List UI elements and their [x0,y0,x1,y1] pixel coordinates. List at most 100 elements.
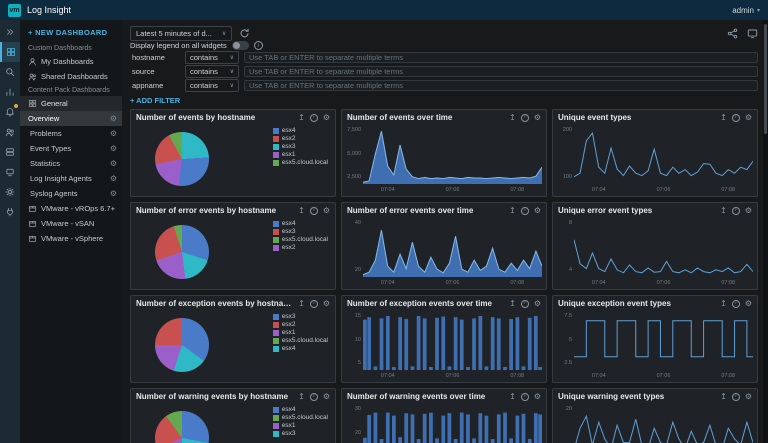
filter-operator-select[interactable]: contains ∨ [185,51,239,64]
widget-export-icon[interactable]: ↥ [509,393,516,401]
filter-field-label: appname [130,81,180,90]
sidebar-item-shared-dashboards[interactable]: Shared Dashboards [20,69,122,84]
widget-card[interactable]: Unique error event types ↥ i ⚙ 8407:0407… [552,202,758,290]
widget-export-icon[interactable]: ↥ [298,393,305,401]
present-fullscreen-icon[interactable] [747,28,758,39]
widget-gear-icon[interactable]: ⚙ [534,300,541,308]
widget-export-icon[interactable]: ↥ [298,300,305,308]
widget-title: Number of events by hostname [136,113,293,122]
widget-info-icon[interactable]: i [732,300,740,308]
widget-info-icon[interactable]: i [521,207,529,215]
filter-value-input[interactable] [244,80,758,91]
collapse-sidebar-icon[interactable] [0,22,20,42]
widget-card[interactable]: Unique event types ↥ i ⚙ 20010007:0407:0… [552,109,758,197]
gear-icon[interactable]: ⚙ [110,174,117,183]
x-axis-ticks: 07:0407:0607:08 [592,187,735,193]
analytics-icon[interactable] [0,82,20,102]
widget-card[interactable]: Number of warning events over time ↥ i ⚙… [341,388,547,443]
refresh-icon[interactable] [239,28,250,39]
explore-logs-icon[interactable] [0,62,20,82]
pie-legend: esx3esx2esx1esx5.cloud.localesx4 [273,313,328,352]
widget-card[interactable]: Unique warning event types ↥ i ⚙ 201007:… [552,388,758,443]
sidebar-item-overview[interactable]: Overview⚙ [20,111,122,126]
widget-info-icon[interactable]: i [310,207,318,215]
widget-info-icon[interactable]: i [310,393,318,401]
sidebar-item-vmware-vsan[interactable]: VMware - vSAN [20,216,122,231]
widget-gear-icon[interactable]: ⚙ [323,393,330,401]
widget-info-icon[interactable]: i [732,393,740,401]
widget-card[interactable]: Number of events over time ↥ i ⚙ 7,5005,… [341,109,547,197]
gear-icon[interactable]: ⚙ [110,114,117,123]
widget-gear-icon[interactable]: ⚙ [534,207,541,215]
filter-value-input[interactable] [244,66,758,77]
sidebar-item-statistics[interactable]: Statistics⚙ [20,156,122,171]
add-filter-button[interactable]: + ADD FILTER [130,96,758,105]
widget-info-icon[interactable]: i [521,393,529,401]
widget-gear-icon[interactable]: ⚙ [534,114,541,122]
widget-export-icon[interactable]: ↥ [509,114,516,122]
widget-export-icon[interactable]: ↥ [509,207,516,215]
users-icon[interactable] [0,122,20,142]
alerts-icon[interactable] [0,102,20,122]
sidebar-item-general[interactable]: General [20,96,122,111]
scrollbar-thumb[interactable] [764,24,767,134]
widget-gear-icon[interactable]: ⚙ [745,393,752,401]
widget-export-icon[interactable]: ↥ [298,207,305,215]
widget-gear-icon[interactable]: ⚙ [534,393,541,401]
gear-icon[interactable]: ⚙ [110,129,117,138]
widget-export-icon[interactable]: ↥ [720,300,727,308]
widget-export-icon[interactable]: ↥ [509,300,516,308]
widget-gear-icon[interactable]: ⚙ [745,300,752,308]
widget-info-icon[interactable]: i [521,114,529,122]
widget-export-icon[interactable]: ↥ [720,393,727,401]
scrollbar[interactable] [763,20,768,443]
widget-card[interactable]: Number of exception events by hostname ↥… [130,295,336,383]
gear-icon[interactable]: ⚙ [110,159,117,168]
widget-card[interactable]: Number of warning events by hostname ↥ i… [130,388,336,443]
widget-info-icon[interactable]: i [310,300,318,308]
sidebar-item-event-types[interactable]: Event Types⚙ [20,141,122,156]
widget-gear-icon[interactable]: ⚙ [745,114,752,122]
widget-card[interactable]: Number of error events by hostname ↥ i ⚙… [130,202,336,290]
widget-body: 30201007:0407:0607:08 [342,402,546,443]
widget-info-icon[interactable]: i [521,300,529,308]
sidebar-item-my-dashboards[interactable]: My Dashboards [20,54,122,69]
share-icon[interactable] [727,28,738,39]
widget-gear-icon[interactable]: ⚙ [745,207,752,215]
y-axis-ticks: 2010 [557,403,574,443]
widget-card[interactable]: Number of exception events over time ↥ i… [341,295,547,383]
legend-label: esx4 [282,345,296,352]
sidebar-item-vmware-vsphere[interactable]: VMware - vSphere [20,231,122,246]
widget-export-icon[interactable]: ↥ [720,207,727,215]
widget-card[interactable]: Number of error events over time ↥ i ⚙ 4… [341,202,547,290]
agents-icon[interactable] [0,162,20,182]
filter-operator-select[interactable]: contains ∨ [185,79,239,92]
gear-icon[interactable]: ⚙ [110,189,117,198]
widget-header: Number of exception events by hostname ↥… [131,296,335,309]
new-dashboard-button[interactable]: + NEW DASHBOARD [20,25,122,42]
sidebar-item-log-insight-agents[interactable]: Log Insight Agents⚙ [20,171,122,186]
sidebar-item-problems[interactable]: Problems⚙ [20,126,122,141]
widget-export-icon[interactable]: ↥ [720,114,727,122]
time-range-select[interactable]: Latest 5 minutes of d... ∨ [130,26,232,41]
sidebar-item-vmware-vrops-6-7[interactable]: VMware - vROps 6.7+ [20,201,122,216]
widget-card[interactable]: Unique exception event types ↥ i ⚙ 7.552… [552,295,758,383]
widget-card[interactable]: Number of events by hostname ↥ i ⚙ esx4e… [130,109,336,197]
widget-export-icon[interactable]: ↥ [298,114,305,122]
content-packs-icon[interactable] [0,202,20,222]
user-menu[interactable]: admin ▾ [732,6,760,15]
widget-info-icon[interactable]: i [732,207,740,215]
widget-gear-icon[interactable]: ⚙ [323,114,330,122]
sidebar-item-syslog-agents[interactable]: Syslog Agents⚙ [20,186,122,201]
legend-toggle[interactable] [232,41,249,50]
filter-value-input[interactable] [244,52,758,63]
widget-gear-icon[interactable]: ⚙ [323,300,330,308]
widget-info-icon[interactable]: i [732,114,740,122]
dashboards-icon[interactable] [0,42,20,62]
filter-operator-select[interactable]: contains ∨ [185,65,239,78]
gear-icon[interactable]: ⚙ [110,144,117,153]
widget-info-icon[interactable]: i [310,114,318,122]
hosts-icon[interactable] [0,142,20,162]
widget-gear-icon[interactable]: ⚙ [323,207,330,215]
settings-icon[interactable] [0,182,20,202]
